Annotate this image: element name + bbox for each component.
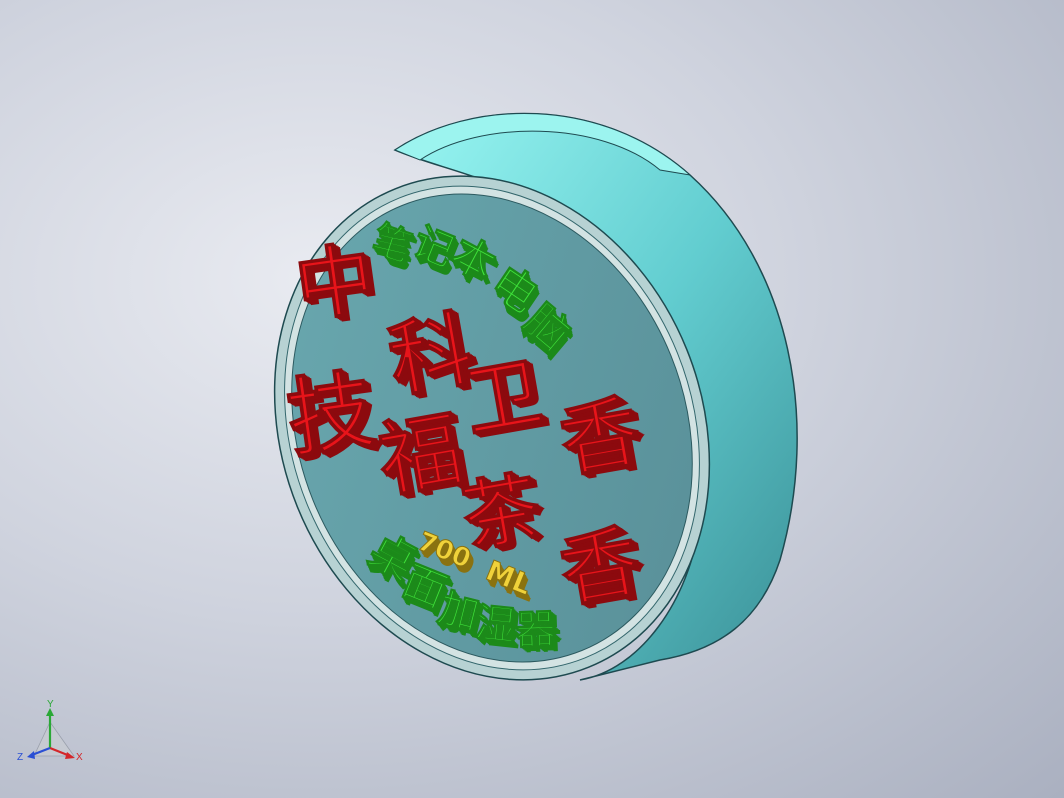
cad-scene[interactable]: 笔笔笔笔笔笔记记记记记记本本本本本本电电电电电电脑脑脑脑脑脑 中中中中中中科科科… bbox=[0, 0, 1064, 798]
char-zhong-face: 中 bbox=[290, 234, 380, 334]
green-bottom-char-3-face: 湿 bbox=[473, 600, 518, 650]
green-bottom-char-4[interactable]: 器器器器器器 bbox=[514, 606, 564, 659]
model-viewport[interactable]: 笔笔笔笔笔笔记记记记记记本本本本本本电电电电电电脑脑脑脑脑脑 中中中中中中科科科… bbox=[0, 0, 1064, 798]
char-xiang-2[interactable]: 香香香香香香 bbox=[553, 515, 653, 623]
z-axis-arrow bbox=[27, 751, 35, 759]
char-wei[interactable]: 卫卫卫卫卫卫 bbox=[457, 346, 555, 453]
char-wei-face: 卫 bbox=[458, 347, 548, 448]
x-axis-label: X bbox=[76, 752, 83, 763]
char-xiang-face: 香 bbox=[554, 387, 646, 489]
axis-triad: Y X Z bbox=[17, 700, 83, 763]
char-ji[interactable]: 技技技技技技 bbox=[281, 359, 387, 476]
y-axis-label: Y bbox=[47, 700, 54, 710]
green-bottom-char-4-face: 器 bbox=[515, 607, 558, 654]
char-xiang[interactable]: 香香香香香香 bbox=[553, 385, 653, 493]
char-xiang-2-face: 香 bbox=[554, 517, 646, 619]
char-fu-face: 福 bbox=[371, 402, 469, 510]
char-zhong[interactable]: 中中中中中中 bbox=[290, 233, 387, 339]
char-ji-face: 技 bbox=[281, 360, 380, 471]
z-axis-label: Z bbox=[17, 752, 23, 763]
